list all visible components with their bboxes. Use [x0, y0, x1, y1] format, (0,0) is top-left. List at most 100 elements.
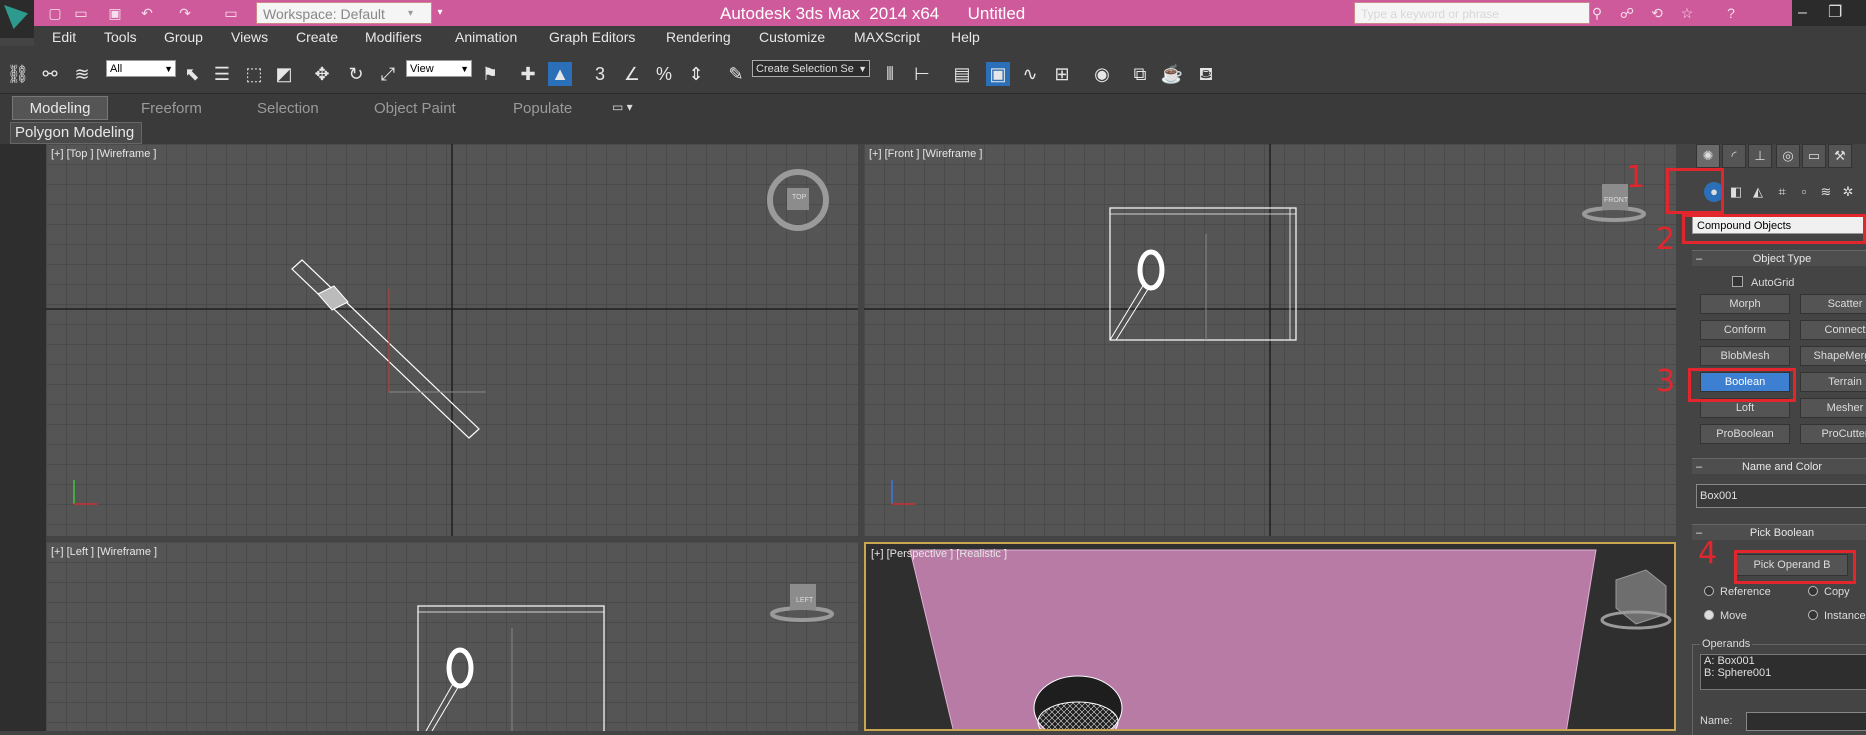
render-production-icon[interactable]: ⛾	[1194, 62, 1218, 86]
object-name-field[interactable]: Box001	[1696, 484, 1866, 508]
layer-explorer-icon[interactable]: ▤	[950, 62, 974, 86]
viewport-left[interactable]: [+] [Left ] [Wireframe ] LEFT	[46, 542, 858, 731]
radio-reference[interactable]: Reference	[1704, 586, 1771, 598]
binoculars-icon[interactable]: ⚲	[1588, 4, 1606, 22]
box-object[interactable]	[417, 605, 605, 731]
viewport-label-left[interactable]: [+] [Left ] [Wireframe ]	[51, 546, 157, 558]
tab-modeling[interactable]: Modeling	[12, 96, 108, 120]
project-folder-icon[interactable]: ▭	[222, 4, 240, 22]
viewport-top[interactable]: [+] [Top ] [Wireframe ] TOP	[46, 144, 858, 536]
create-tab-icon[interactable]: ✺	[1696, 144, 1720, 168]
morph-button[interactable]: Morph	[1700, 294, 1790, 314]
open-icon[interactable]: ▭	[72, 4, 90, 22]
schematic-view-icon[interactable]: ⊞	[1050, 62, 1074, 86]
undo-icon[interactable]: ↶	[138, 4, 156, 22]
boolean-box-object[interactable]	[909, 549, 1597, 731]
operand-b[interactable]: B: Sphere001	[1704, 667, 1866, 679]
polygon-modeling-panel[interactable]: Polygon Modeling	[10, 122, 142, 144]
menu-modifiers[interactable]: Modifiers	[365, 29, 422, 45]
blobmesh-button[interactable]: BlobMesh	[1700, 346, 1790, 366]
percent-snap-icon[interactable]: %	[652, 62, 676, 86]
menu-animation[interactable]: Animation	[455, 29, 517, 45]
ribbon-options-icon[interactable]: ▭ ▾	[612, 100, 633, 114]
viewport-label-front[interactable]: [+] [Front ] [Wireframe ]	[869, 148, 982, 160]
tab-populate[interactable]: Populate	[513, 100, 572, 117]
menu-rendering[interactable]: Rendering	[666, 29, 731, 45]
rectangular-selection-icon[interactable]: ⬚	[242, 62, 266, 86]
helpers-icon[interactable]: ▫	[1794, 182, 1814, 202]
scale-icon[interactable]: ⤢	[376, 62, 400, 86]
tab-selection[interactable]: Selection	[257, 100, 319, 117]
exchange-icon[interactable]: ⟲	[1648, 4, 1666, 22]
rotate-icon[interactable]: ↻	[344, 62, 368, 86]
menu-customize[interactable]: Customize	[759, 29, 825, 45]
procutter-button[interactable]: ProCutter	[1800, 424, 1866, 444]
lights-icon[interactable]: ◭	[1748, 182, 1768, 202]
keyboard-shortcut-override-icon[interactable]: ▲	[548, 62, 572, 86]
menu-graph-editors[interactable]: Graph Editors	[549, 29, 635, 45]
viewport-label-perspective[interactable]: [+] [Perspective ] [Realistic ]	[871, 548, 1007, 560]
star-icon[interactable]: ☆	[1678, 4, 1696, 22]
restore-icon[interactable]: ❐	[1828, 0, 1842, 26]
shapemerge-button[interactable]: ShapeMerge	[1800, 346, 1866, 366]
radio-copy[interactable]: Copy	[1808, 586, 1850, 598]
tab-object-paint[interactable]: Object Paint	[374, 100, 456, 117]
pivot-center-icon[interactable]: ⚑	[478, 62, 502, 86]
spinner-snap-icon[interactable]: ⇕	[684, 62, 708, 86]
viewcube-top[interactable]: TOP	[792, 194, 806, 201]
modify-tab-icon[interactable]: ◜	[1722, 144, 1746, 168]
select-and-manipulate-icon[interactable]: ✚	[516, 62, 540, 86]
object-type-rollout[interactable]: – Object Type	[1692, 250, 1866, 266]
pick-boolean-rollout[interactable]: – Pick Boolean	[1692, 524, 1866, 540]
viewport-label-top[interactable]: [+] [Top ] [Wireframe ]	[51, 148, 156, 160]
select-object-icon[interactable]: ⬉	[180, 62, 204, 86]
menu-create[interactable]: Create	[296, 29, 338, 45]
sphere-object[interactable]	[446, 647, 474, 689]
align-icon[interactable]: ⊢	[910, 62, 934, 86]
viewcube-left[interactable]: LEFT	[796, 597, 813, 604]
menu-edit[interactable]: Edit	[52, 29, 76, 45]
link-icon[interactable]: ⛓	[6, 62, 30, 86]
box-object[interactable]	[291, 259, 480, 439]
rendered-frame-window-icon[interactable]: ☕	[1160, 62, 1184, 86]
tab-freeform[interactable]: Freeform	[141, 100, 202, 117]
motion-tab-icon[interactable]: ◎	[1776, 144, 1800, 168]
radio-instance[interactable]: Instance	[1808, 610, 1866, 622]
menu-help[interactable]: Help	[951, 29, 980, 45]
operand-a[interactable]: A: Box001	[1704, 655, 1866, 667]
mirror-icon[interactable]: ⫴	[878, 62, 902, 86]
community-icon[interactable]: ☍	[1618, 4, 1636, 22]
sphere-object[interactable]	[317, 285, 349, 311]
window-crossing-icon[interactable]: ◩	[272, 62, 296, 86]
menu-tools[interactable]: Tools	[104, 29, 137, 45]
unlink-icon[interactable]: ⚯	[38, 62, 62, 86]
curve-editor-icon[interactable]: ∿	[1018, 62, 1042, 86]
viewport-front[interactable]: [+] [Front ] [Wireframe ] FRONT	[864, 144, 1676, 536]
material-editor-icon[interactable]: ◉	[1090, 62, 1114, 86]
operand-name-field[interactable]	[1746, 712, 1866, 731]
move-icon[interactable]: ✥	[310, 62, 334, 86]
reference-coordinate-dropdown[interactable]: View ▼	[406, 60, 472, 77]
menu-views[interactable]: Views	[231, 29, 268, 45]
space-warps-icon[interactable]: ≋	[1816, 182, 1836, 202]
mesher-button[interactable]: Mesher	[1800, 398, 1866, 418]
bind-spacewarp-icon[interactable]: ≋	[70, 62, 94, 86]
edit-named-selection-icon[interactable]: ✎	[724, 62, 748, 86]
terrain-button[interactable]: Terrain	[1800, 372, 1866, 392]
connect-button[interactable]: Connect	[1800, 320, 1866, 340]
systems-icon[interactable]: ✲	[1838, 182, 1858, 202]
selection-filter-dropdown[interactable]: All ▼	[106, 60, 176, 77]
operands-list[interactable]: A: Box001 B: Sphere001	[1700, 654, 1866, 690]
cameras-icon[interactable]: ⌗	[1772, 182, 1792, 202]
shapes-icon[interactable]: ◧	[1726, 182, 1746, 202]
help-icon[interactable]: ?	[1722, 4, 1740, 22]
help-search-input[interactable]: Type a keyword or phrase	[1354, 2, 1590, 24]
sphere-object[interactable]	[1137, 249, 1165, 291]
minimize-icon[interactable]: –	[1798, 0, 1807, 26]
select-by-name-icon[interactable]: ☰	[210, 62, 234, 86]
conform-button[interactable]: Conform	[1700, 320, 1790, 340]
menu-maxscript[interactable]: MAXScript	[854, 29, 920, 45]
redo-icon[interactable]: ↷	[176, 4, 194, 22]
angle-snap-icon[interactable]: ∠	[620, 62, 644, 86]
name-and-color-rollout[interactable]: – Name and Color	[1692, 458, 1866, 474]
